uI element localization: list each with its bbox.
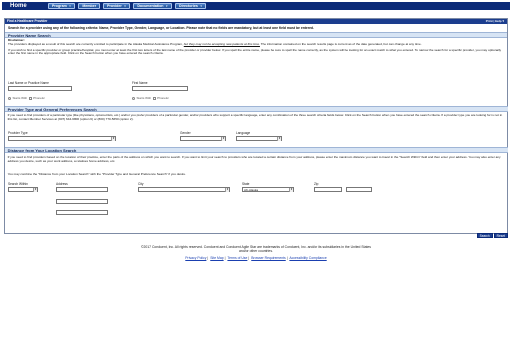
first-name-input[interactable] xyxy=(132,86,188,91)
state-select[interactable]: AK-Alaska ▼ xyxy=(242,187,294,192)
top-nav-bar: Home Program ▼ Member Provider ▼ Documenta… xyxy=(2,2,510,10)
menu-documentation[interactable]: Documentation ▼ xyxy=(133,3,173,9)
first-starts-with-radio[interactable] xyxy=(132,96,135,100)
search-within-label: Search Within xyxy=(8,182,28,186)
panel-title-bar: Find a Healthcare Provider Print | Help … xyxy=(5,19,507,24)
first-phonetic-checkbox[interactable] xyxy=(152,96,156,100)
last-name-label: Last Name or Practice Name xyxy=(8,81,49,85)
disclaimer: Disclaimer: The providers displayed as a… xyxy=(5,38,507,48)
home-link[interactable]: Home xyxy=(10,2,27,10)
chevron-down-icon: ▼ xyxy=(277,137,281,141)
privacy-policy-link[interactable]: Privacy Policy xyxy=(185,256,206,260)
help-link[interactable]: Help xyxy=(495,19,502,23)
menu-provider[interactable]: Provider ▼ xyxy=(103,3,131,9)
chevron-down-icon: ▼ xyxy=(165,4,169,8)
name-help-text: If you wish to find a specific provider … xyxy=(8,47,502,56)
chevron-down-icon: ▼ xyxy=(33,188,37,192)
city-select[interactable]: ▼ xyxy=(138,187,230,192)
state-value: AK-Alaska xyxy=(244,188,259,192)
phonetic-checkbox[interactable] xyxy=(28,96,32,100)
form-buttons: Search Reset xyxy=(476,233,508,238)
last-name-match-options: Starts With Phonetic xyxy=(8,96,45,100)
language-label: Language xyxy=(236,131,251,135)
first-starts-with-label: Starts With xyxy=(136,96,152,100)
gender-label: Gender xyxy=(180,131,191,135)
divider: | xyxy=(248,256,250,260)
provider-type-label: Provider Type xyxy=(8,131,28,135)
chevron-down-icon: ▼ xyxy=(123,4,127,8)
section-location: Distance from Your Location Search xyxy=(4,147,508,153)
chevron-down-icon: ▼ xyxy=(289,188,293,192)
browser-requirements-link[interactable]: Browser Requirements xyxy=(251,256,285,260)
footer-copyright: ©2017 Conduent, Inc. All rights reserved… xyxy=(0,245,512,253)
search-within-select[interactable]: ▼ xyxy=(8,187,38,192)
chevron-down-icon: ▼ xyxy=(225,188,229,192)
accessibility-link[interactable]: Accessibility Compliance xyxy=(289,256,326,260)
menu-documentation-label: Documentation xyxy=(137,4,164,8)
menu-directories[interactable]: Directories ▼ xyxy=(175,3,207,9)
menu-member[interactable]: Member xyxy=(78,3,101,9)
type-help-text: If you need to find providers of a parti… xyxy=(7,113,503,121)
address-line-1[interactable] xyxy=(56,187,108,192)
first-phonetic-label: Phonetic xyxy=(157,96,169,100)
first-name-match-options: Starts With Phonetic xyxy=(132,96,169,100)
zip-input[interactable] xyxy=(314,187,342,192)
zip-label: Zip xyxy=(314,182,319,186)
panel-title: Find a Healthcare Provider xyxy=(7,19,48,23)
last-name-input[interactable] xyxy=(8,86,72,91)
print-link[interactable]: Print xyxy=(486,19,493,23)
copyright-line-2: and/or other countries. xyxy=(239,249,273,253)
intro-text: Search for a provider using any of the f… xyxy=(8,26,315,30)
search-button[interactable]: Search xyxy=(476,233,493,238)
help-chevron-icon[interactable]: ▾ xyxy=(502,19,504,23)
combine-text: You may combine the "Distance from your … xyxy=(7,172,187,176)
chevron-down-icon: ▼ xyxy=(111,137,115,141)
city-label: City xyxy=(138,182,144,186)
panel-tools: Print | Help ▾ xyxy=(485,19,504,23)
divider: | xyxy=(207,256,209,260)
language-select[interactable]: ▼ xyxy=(236,136,282,141)
menu-program[interactable]: Program ▼ xyxy=(48,3,76,9)
menu-member-label: Member xyxy=(82,4,97,8)
provider-type-select[interactable]: ▼ xyxy=(8,136,116,141)
disclaimer-italic: but they may not be accepting new patien… xyxy=(183,41,260,46)
phonetic-label: Phonetic xyxy=(33,96,45,100)
menu-program-label: Program xyxy=(52,4,67,8)
footer-links: Privacy Policy| Site Map| Terms of Use| … xyxy=(0,256,512,260)
reset-button[interactable]: Reset xyxy=(493,233,508,238)
first-name-label: First Name xyxy=(132,81,148,85)
menu-directories-label: Directories xyxy=(179,4,198,8)
address-line-3[interactable] xyxy=(56,210,108,215)
chevron-down-icon: ▼ xyxy=(221,137,225,141)
chevron-down-icon: ▼ xyxy=(68,4,72,8)
starts-with-label: Starts With xyxy=(12,96,28,100)
chevron-down-icon: ▼ xyxy=(199,4,203,8)
address-label: Address xyxy=(56,182,68,186)
section-provider-type: Provider Type and General Preferences Se… xyxy=(4,106,508,112)
site-map-link[interactable]: Site Map xyxy=(210,256,223,260)
terms-of-use-link[interactable]: Terms of Use xyxy=(227,256,247,260)
location-help-text: If you need to find providers based on t… xyxy=(7,155,501,163)
disclaimer-tail: The information contained on the search … xyxy=(260,41,422,46)
gender-select[interactable]: ▼ xyxy=(180,136,226,141)
menu-provider-label: Provider xyxy=(107,4,122,8)
zip-ext-input[interactable] xyxy=(346,187,372,192)
address-line-2[interactable] xyxy=(56,199,108,204)
disclaimer-text: The providers displayed as a result of t… xyxy=(8,41,183,46)
state-label: State xyxy=(242,182,250,186)
main-menu: Program ▼ Member Provider ▼ Documentation ▼… xyxy=(48,3,207,9)
starts-with-radio[interactable] xyxy=(8,96,11,100)
